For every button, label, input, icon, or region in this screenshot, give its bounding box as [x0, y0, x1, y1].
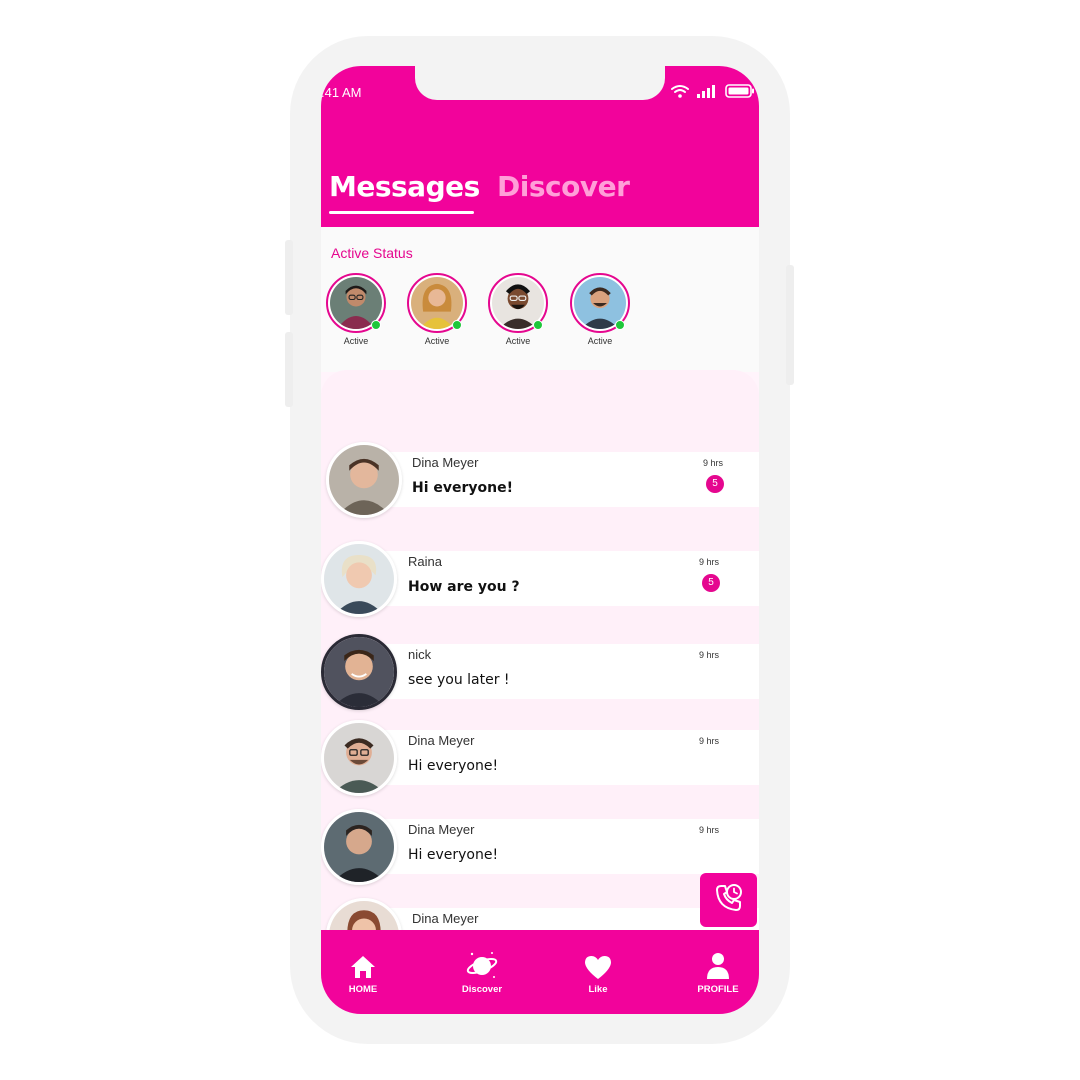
conversation-time: 9 hrs: [699, 557, 720, 567]
conversation-last-message: Hi everyone!: [408, 758, 499, 774]
conversation-last-message: Hi everyone!: [408, 847, 499, 863]
header: :41 AM Messages Discover: [321, 66, 759, 227]
bottom-navigation: HOME Discover Like PROFILE: [321, 930, 759, 1014]
planet-icon: [442, 950, 522, 980]
conversation-name: Dina Meyer: [408, 822, 475, 837]
call-history-button[interactable]: [700, 873, 757, 927]
conversation-time: 9 hrs: [699, 736, 720, 746]
avatar: [321, 634, 397, 710]
active-user-label: Active: [343, 336, 369, 346]
wifi-icon: [671, 83, 689, 102]
app-screen: :41 AM Messages Discover Active Status A…: [321, 66, 759, 1014]
phone-notch: [415, 66, 665, 100]
online-indicator: [371, 320, 381, 330]
conversation-last-message: How are you ?: [408, 579, 520, 595]
conversation-name: Dina Meyer: [412, 455, 479, 470]
status-icons: [671, 83, 755, 102]
nav-label: PROFILE: [697, 984, 739, 995]
conversation-last-message: see you later !: [408, 672, 510, 688]
conversation-name: Dina Meyer: [412, 911, 479, 926]
phone-clock-icon: [712, 881, 746, 919]
user-icon: [678, 950, 758, 980]
conversation-name: nick: [408, 647, 432, 662]
tab-discover[interactable]: Discover: [497, 170, 630, 203]
nav-label: HOME: [348, 984, 378, 995]
avatar: [321, 809, 397, 885]
online-indicator: [533, 320, 543, 330]
nav-label: Discover: [461, 984, 503, 995]
nav-home[interactable]: HOME: [323, 950, 403, 995]
nav-profile[interactable]: PROFILE: [678, 950, 758, 995]
active-user-label: Active: [424, 336, 450, 346]
heart-icon: [558, 950, 638, 980]
battery-icon: [725, 83, 755, 102]
conversation-row[interactable]: Dina Meyer Hi everyone! 9 hrs: [321, 809, 759, 885]
phone-side-button: [285, 240, 293, 315]
unread-badge: 5: [702, 574, 720, 592]
nav-label: Like: [588, 984, 608, 995]
active-tab-indicator: [329, 211, 474, 214]
nav-like[interactable]: Like: [558, 950, 638, 995]
conversation-name: Dina Meyer: [408, 733, 475, 748]
conversation-row[interactable]: nick see you later ! 9 hrs: [321, 634, 759, 710]
conversation-time: 9 hrs: [699, 825, 720, 835]
active-user[interactable]: Active: [488, 273, 548, 346]
active-user-ring: [407, 273, 467, 333]
avatar: [321, 541, 397, 617]
conversation-last-message: Hi everyone!: [412, 480, 514, 496]
active-status-title: Active Status: [331, 245, 413, 261]
tab-messages[interactable]: Messages: [329, 170, 480, 203]
nav-discover[interactable]: Discover: [442, 950, 522, 995]
active-user-label: Active: [587, 336, 613, 346]
active-user-label: Active: [505, 336, 531, 346]
active-user-ring: [326, 273, 386, 333]
active-user[interactable]: Active: [407, 273, 467, 346]
phone-side-button: [285, 332, 293, 407]
home-icon: [323, 950, 403, 980]
active-user-ring: [488, 273, 548, 333]
active-user[interactable]: Active: [326, 273, 386, 346]
active-user[interactable]: Active: [570, 273, 630, 346]
active-status-section: Active Status Active Active Active Activ…: [321, 227, 759, 372]
conversation-name: Raina: [408, 554, 442, 569]
conversation-time: 9 hrs: [703, 458, 724, 468]
online-indicator: [452, 320, 462, 330]
signal-icon: [697, 83, 717, 102]
active-user-ring: [570, 273, 630, 333]
online-indicator: [615, 320, 625, 330]
conversation-row[interactable]: Dina Meyer Hi everyone! 9 hrs 5: [321, 442, 759, 518]
avatar: [321, 720, 397, 796]
avatar: [326, 442, 402, 518]
conversation-row[interactable]: Raina How are you ? 9 hrs 5: [321, 541, 759, 617]
conversation-time: 9 hrs: [699, 650, 720, 660]
conversation-row[interactable]: Dina Meyer Hi everyone! 9 hrs: [321, 720, 759, 796]
phone-side-button: [786, 265, 794, 385]
status-time: :41 AM: [321, 85, 362, 100]
unread-badge: 5: [706, 475, 724, 493]
